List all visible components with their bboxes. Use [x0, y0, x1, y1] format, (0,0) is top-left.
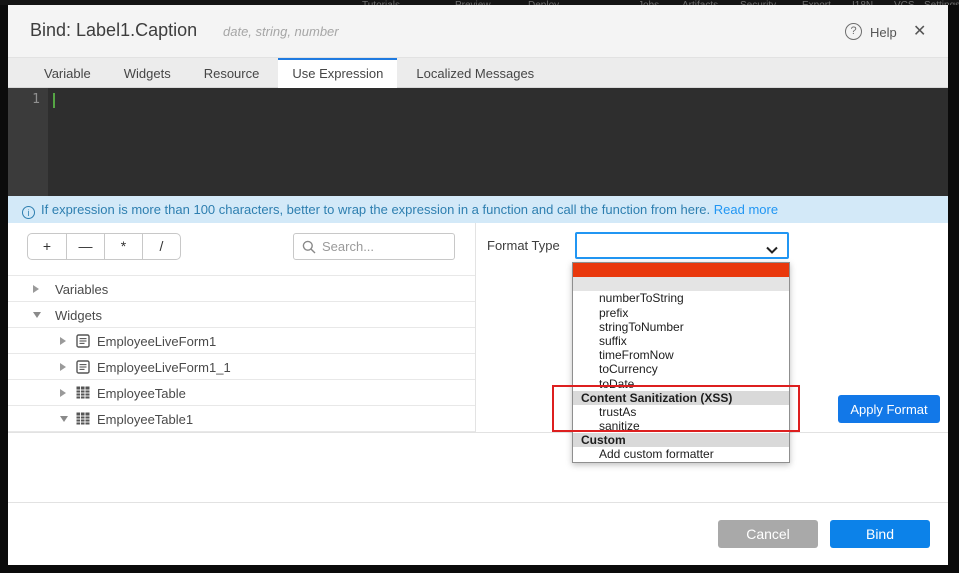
caret-down-icon[interactable] [60, 416, 68, 422]
info-bar: If expression is more than 100 character… [8, 196, 948, 223]
search-input[interactable] [322, 235, 450, 258]
dialog-title: Bind: Label1.Caption [30, 20, 197, 41]
expression-code-editor[interactable]: 1 [8, 88, 948, 196]
dropdown-option-suffix[interactable]: suffix [573, 334, 789, 348]
caret-right-icon[interactable] [33, 285, 39, 293]
tab-variable[interactable]: Variable [30, 58, 105, 88]
read-more-link[interactable]: Read more [714, 202, 778, 217]
dropdown-option-stringtonumber[interactable]: stringToNumber [573, 320, 789, 334]
dialog-header: Bind: Label1.Caption date, string, numbe… [8, 5, 948, 58]
close-icon[interactable] [913, 21, 926, 41]
search-box [293, 233, 455, 260]
dropdown-group-custom: Custom [573, 433, 789, 447]
dialog-tabs: Variable Widgets Resource Use Expression… [8, 58, 948, 88]
chevron-down-icon [766, 241, 778, 259]
dropdown-option-trustas[interactable]: trustAs [573, 405, 789, 419]
tree-item-employeeliveform1[interactable]: EmployeeLiveForm1 [8, 328, 475, 354]
dropdown-option-numbertostring[interactable]: numberToString [573, 291, 789, 305]
panel-divider [475, 223, 476, 432]
caret-down-icon[interactable] [33, 312, 41, 318]
help-link[interactable]: Help [870, 25, 897, 40]
tree-item-variables[interactable]: Variables [8, 276, 475, 302]
binding-tree: Variables Widgets EmployeeLiveForm1 [8, 275, 475, 432]
tree-item-label: Widgets [55, 308, 102, 323]
dropdown-option-add-custom-formatter[interactable]: Add custom formatter [573, 447, 789, 461]
bind-button[interactable]: Bind [830, 520, 930, 548]
tree-item-label: EmployeeLiveForm1 [97, 334, 216, 349]
table-widget-icon [76, 412, 90, 430]
divide-operator-button[interactable]: / [142, 234, 180, 259]
dropdown-option-blank-selected[interactable] [573, 263, 789, 277]
search-icon [302, 240, 316, 259]
info-message: If expression is more than 100 character… [41, 202, 710, 217]
operator-button-group: + — * / [27, 233, 181, 260]
tab-resource[interactable]: Resource [190, 58, 274, 88]
section-divider [8, 432, 948, 433]
tree-item-employeetable1[interactable]: EmployeeTable1 [8, 406, 475, 432]
caret-right-icon[interactable] [60, 337, 66, 345]
table-widget-icon [76, 386, 90, 404]
tree-item-label: EmployeeTable1 [97, 412, 193, 427]
tree-item-employeeliveform1-1[interactable]: EmployeeLiveForm1_1 [8, 354, 475, 380]
info-icon [22, 206, 35, 219]
dialog-subtitle: date, string, number [223, 24, 339, 39]
tab-use-expression[interactable]: Use Expression [278, 58, 397, 88]
minus-operator-button[interactable]: — [66, 234, 104, 259]
format-type-select[interactable] [575, 232, 789, 259]
tree-item-label: EmployeeTable [97, 386, 186, 401]
dropdown-option-tocurrency[interactable]: toCurrency [573, 362, 789, 376]
tree-item-label: Variables [55, 282, 108, 297]
format-type-label: Format Type [487, 238, 560, 253]
bind-dialog: Bind: Label1.Caption date, string, numbe… [8, 5, 948, 565]
dropdown-group-content-sanitization: Content Sanitization (XSS) [573, 391, 789, 405]
editor-gutter: 1 [8, 88, 48, 196]
plus-operator-button[interactable]: + [28, 234, 66, 259]
editor-line-number: 1 [8, 92, 40, 107]
footer-divider [8, 502, 948, 503]
form-widget-icon [76, 334, 90, 353]
tree-item-widgets[interactable]: Widgets [8, 302, 475, 328]
format-type-dropdown-list: numberToString prefix stringToNumber suf… [572, 262, 790, 463]
dropdown-option-todate[interactable]: toDate [573, 377, 789, 391]
caret-right-icon[interactable] [60, 363, 66, 371]
tab-widgets[interactable]: Widgets [110, 58, 185, 88]
apply-format-button[interactable]: Apply Format [838, 395, 940, 423]
dropdown-option-sanitize[interactable]: sanitize [573, 419, 789, 433]
dropdown-option-timefromnow[interactable]: timeFromNow [573, 348, 789, 362]
dropdown-group-blank [573, 277, 789, 291]
caret-right-icon[interactable] [60, 389, 66, 397]
tab-localized-messages[interactable]: Localized Messages [402, 58, 548, 88]
dropdown-option-prefix[interactable]: prefix [573, 306, 789, 320]
tree-item-label: EmployeeLiveForm1_1 [97, 360, 231, 375]
help-icon[interactable] [845, 23, 862, 40]
tree-item-employeetable[interactable]: EmployeeTable [8, 380, 475, 406]
form-widget-icon [76, 360, 90, 379]
editor-cursor [53, 93, 55, 108]
multiply-operator-button[interactable]: * [104, 234, 142, 259]
cancel-button[interactable]: Cancel [718, 520, 818, 548]
